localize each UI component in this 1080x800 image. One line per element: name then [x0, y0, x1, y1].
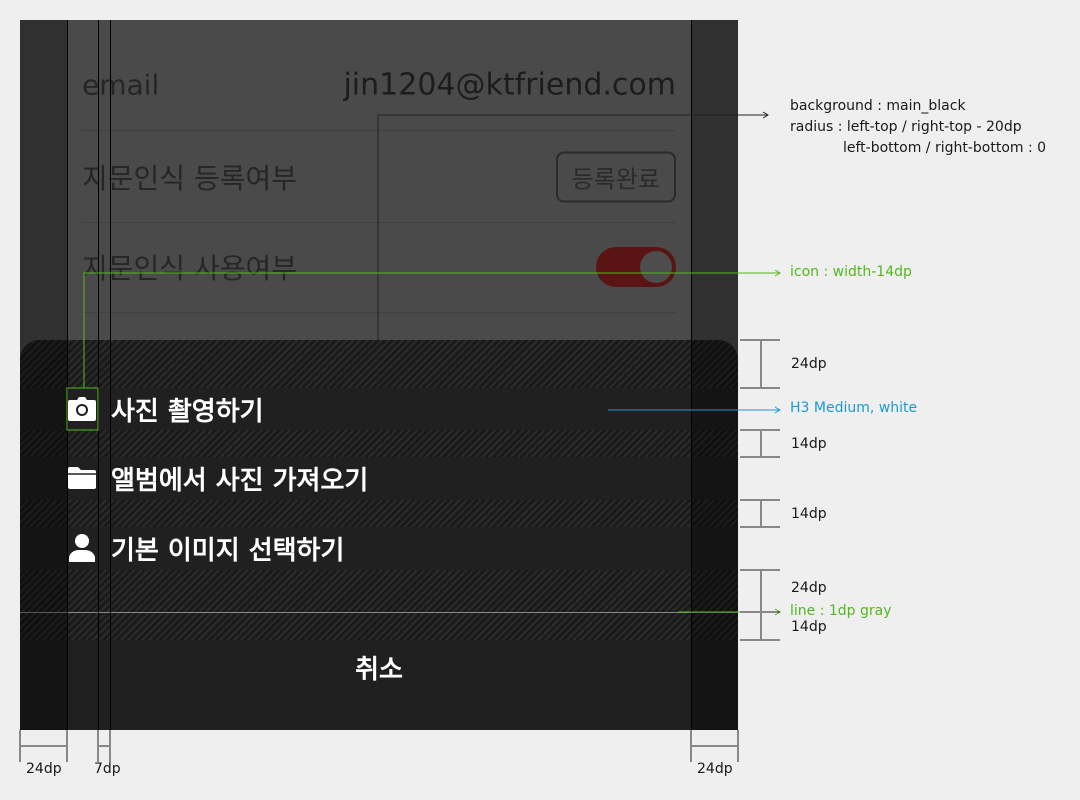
dim-label: 24dp: [791, 356, 827, 372]
radius-bottom-spec-text: left-bottom / right-bottom : 0: [843, 140, 1047, 156]
dim-label: 14dp: [791, 436, 827, 452]
icon-spec-text: icon : width-14dp: [790, 264, 912, 280]
dim-label: 24dp: [697, 761, 733, 777]
dim-label: 14dp: [791, 506, 827, 522]
dim-label: 14dp: [791, 619, 827, 635]
dim-label: 7dp: [94, 761, 121, 777]
spec-canvas: email jin1204@ktfriend.com 지문인식 등록여부 등록완…: [0, 0, 1080, 800]
radius-top-spec-text: radius : left-top / right-top - 20dp: [790, 119, 1022, 135]
dim-label: 24dp: [26, 761, 62, 777]
text-spec-text: H3 Medium, white: [790, 400, 918, 416]
background-spec-text: background : main_black: [790, 98, 966, 114]
dim-label: 24dp: [791, 580, 827, 596]
